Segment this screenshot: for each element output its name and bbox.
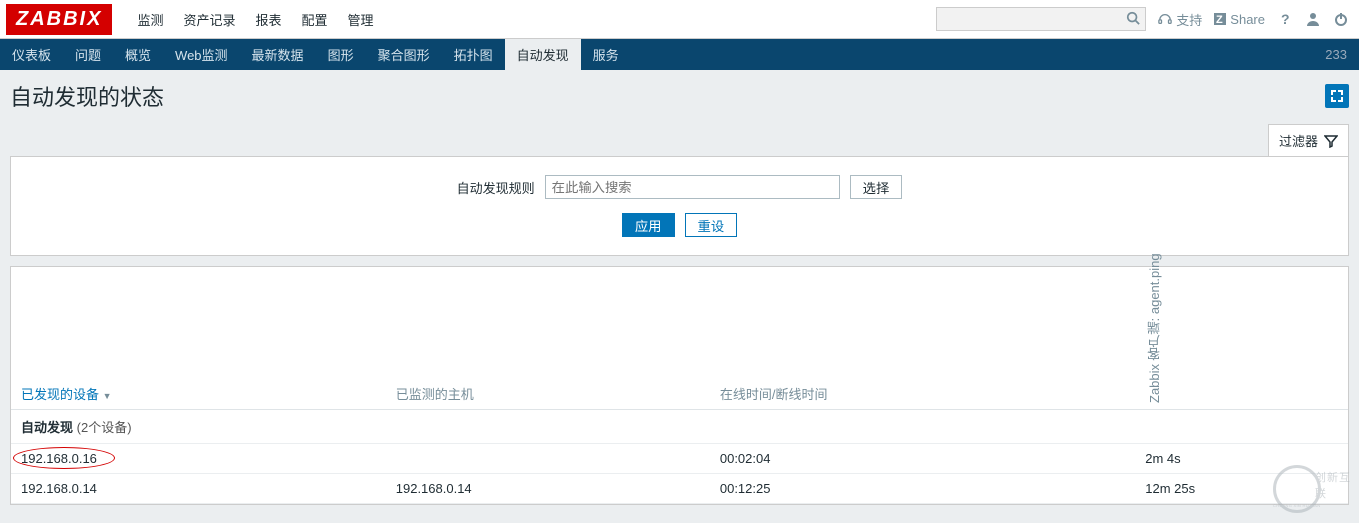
group-count: (2个设备): [77, 420, 132, 435]
apply-button[interactable]: 应用: [622, 213, 675, 237]
subnav-dashboard[interactable]: 仪表板: [0, 39, 63, 70]
page-header: 自动发现的状态: [0, 70, 1359, 124]
search-icon[interactable]: [1126, 11, 1140, 28]
sort-desc-icon: ▼: [103, 391, 112, 401]
search-input[interactable]: [936, 7, 1146, 31]
nav-reports[interactable]: 报表: [245, 0, 291, 39]
discovery-table: 已发现的设备 ▼ 已监测的主机 在线时间/断线时间 Zabbix 客户端: ag…: [11, 267, 1348, 504]
table-row: 192.168.0.16 00:02:04 2m 4s: [11, 444, 1348, 474]
filter-panel: 自动发现规则 选择 应用 重设: [10, 156, 1349, 256]
th-time: 在线时间/断线时间: [710, 267, 1135, 410]
filter-icon: [1324, 134, 1338, 148]
logout-icon[interactable]: [1333, 11, 1349, 27]
nav-configuration[interactable]: 配置: [292, 0, 338, 39]
filter-toggle-bar: 过滤器: [0, 124, 1359, 156]
subnav-latestdata[interactable]: 最新数据: [240, 39, 316, 70]
nav-inventory[interactable]: 资产记录: [173, 0, 245, 39]
top-nav: ZABBIX 监测 资产记录 报表 配置 管理 支持 Z Share ?: [0, 0, 1359, 39]
row-host: [386, 444, 710, 474]
filter-rule-input[interactable]: [545, 175, 840, 199]
top-right: 支持 Z Share ?: [936, 7, 1349, 31]
support-label: 支持: [1176, 10, 1202, 29]
filter-rule-label: 自动发现规则: [457, 178, 535, 197]
help-icon[interactable]: ?: [1277, 11, 1293, 27]
filter-toggle[interactable]: 过滤器: [1268, 124, 1349, 156]
th-discovered[interactable]: 已发现的设备 ▼: [11, 267, 386, 410]
nav-administration[interactable]: 管理: [338, 0, 384, 39]
table-group-row: 自动发现 (2个设备): [11, 410, 1348, 444]
nav-monitoring[interactable]: 监测: [127, 0, 173, 39]
table-header-row: 已发现的设备 ▼ 已监测的主机 在线时间/断线时间 Zabbix 客户端: ag…: [11, 267, 1348, 410]
fullscreen-button[interactable]: [1325, 84, 1349, 108]
top-nav-items: 监测 资产记录 报表 配置 管理: [127, 0, 936, 39]
row-ip[interactable]: 192.168.0.14: [11, 474, 386, 504]
group-name: 自动发现: [21, 420, 73, 435]
row-host: 192.168.0.14: [386, 474, 710, 504]
subnav-maps[interactable]: 拓扑图: [442, 39, 505, 70]
table-container: 已发现的设备 ▼ 已监测的主机 在线时间/断线时间 Zabbix 客户端: ag…: [10, 266, 1349, 505]
filter-rule-row: 自动发现规则 选择: [457, 175, 903, 199]
share-label: Share: [1230, 12, 1265, 27]
subnav-counter: 233: [1313, 39, 1359, 70]
subnav-services[interactable]: 服务: [581, 39, 631, 70]
subnav-web[interactable]: Web监测: [163, 39, 240, 70]
svg-text:Z: Z: [1216, 14, 1223, 25]
row-service: 12m 25s: [1135, 474, 1348, 504]
svg-text:?: ?: [1281, 11, 1290, 27]
filter-buttons: 应用 重设: [11, 213, 1348, 237]
subnav-graphs[interactable]: 图形: [316, 39, 366, 70]
filter-toggle-label: 过滤器: [1279, 131, 1318, 150]
th-service-label: Zabbix 客户端: agent.ping: [1145, 273, 1164, 403]
page-title: 自动发现的状态: [10, 80, 164, 112]
th-service: Zabbix 客户端: agent.ping: [1135, 267, 1348, 410]
subnav-problems[interactable]: 问题: [63, 39, 113, 70]
support-link[interactable]: 支持: [1158, 10, 1202, 29]
subnav-discovery[interactable]: 自动发现: [505, 39, 581, 70]
row-time: 00:02:04: [710, 444, 1135, 474]
subnav-screens[interactable]: 聚合图形: [366, 39, 442, 70]
logo[interactable]: ZABBIX: [6, 4, 112, 35]
reset-button[interactable]: 重设: [685, 213, 738, 237]
table-row: 192.168.0.14 192.168.0.14 00:12:25 12m 2…: [11, 474, 1348, 504]
th-monitored: 已监测的主机: [386, 267, 710, 410]
user-icon[interactable]: [1305, 11, 1321, 27]
row-service: 2m 4s: [1135, 444, 1348, 474]
sub-nav: 仪表板 问题 概览 Web监测 最新数据 图形 聚合图形 拓扑图 自动发现 服务…: [0, 39, 1359, 70]
row-time: 00:12:25: [710, 474, 1135, 504]
search-box: [936, 7, 1146, 31]
select-button[interactable]: 选择: [850, 175, 903, 199]
share-link[interactable]: Z Share: [1214, 12, 1265, 27]
row-ip[interactable]: 192.168.0.16: [21, 451, 97, 466]
